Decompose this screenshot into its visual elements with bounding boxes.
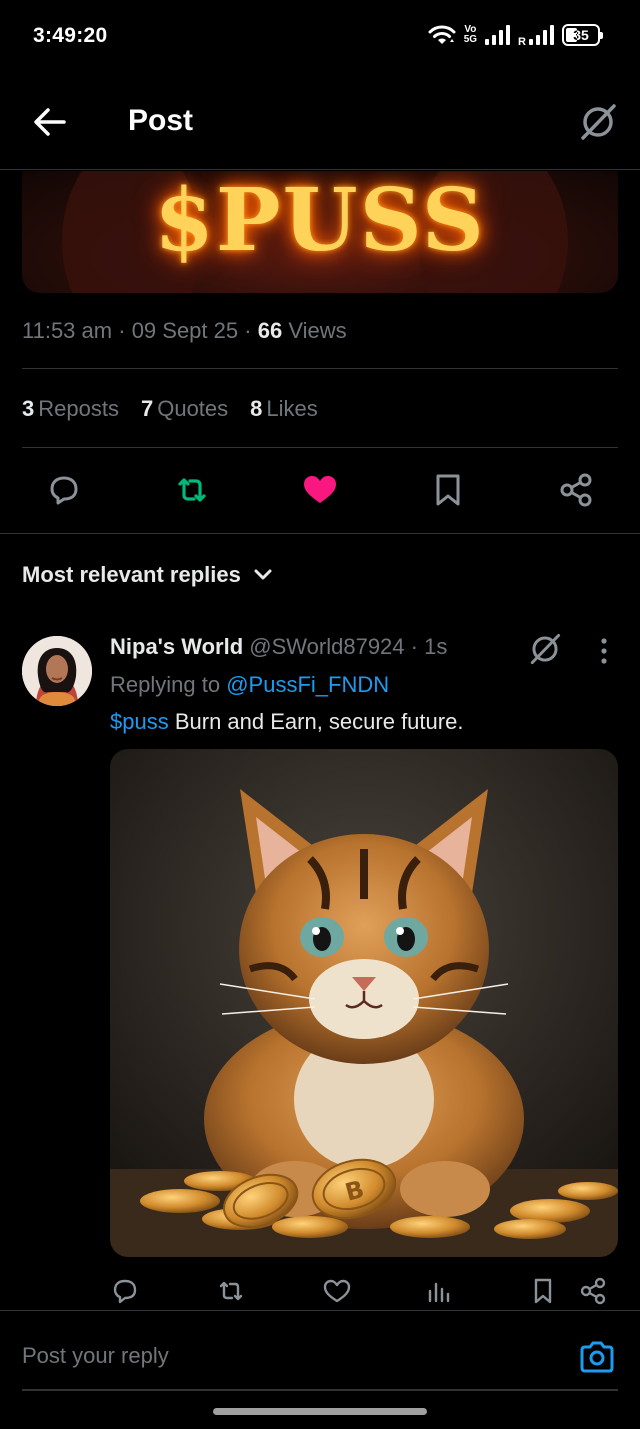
roaming-indicator: R	[518, 36, 526, 48]
reposts-stat[interactable]: 3 Reposts	[22, 396, 119, 422]
reposts-label: Reposts	[38, 396, 119, 421]
status-time: 3:49:20	[33, 24, 108, 47]
comment-icon[interactable]	[44, 470, 84, 510]
repost-icon[interactable]	[216, 1276, 246, 1306]
status-bar: 3:49:20 Vo 5G R 35	[0, 0, 640, 72]
post-stats: 3 Reposts 7 Quotes 8 Likes	[22, 396, 318, 422]
back-arrow-icon[interactable]	[30, 102, 70, 142]
views-label: Views	[288, 318, 347, 343]
replying-mention[interactable]: @PussFi_FNDN	[226, 672, 389, 697]
replying-prefix: Replying to	[110, 672, 221, 697]
kitten-illustration: B	[110, 749, 618, 1257]
chevron-down-icon	[254, 569, 272, 580]
reposts-count: 3	[22, 396, 35, 421]
banner-text: $PUSS	[154, 171, 486, 271]
grok-icon[interactable]	[528, 632, 562, 666]
post-meta: 11:53 am · 09 Sept 25 · 66 Views	[22, 318, 347, 344]
reply-actions	[0, 1276, 640, 1308]
meta-separator: ·	[410, 634, 425, 659]
reply-body: Burn and Earn, secure future.	[168, 709, 464, 734]
reply-author-name[interactable]: Nipa's World	[110, 634, 243, 659]
wifi-icon	[428, 25, 456, 44]
divider	[0, 1310, 640, 1311]
meta-separator: ·	[244, 318, 258, 343]
divider	[22, 368, 618, 369]
avatar-image	[22, 636, 92, 706]
repost-icon[interactable]	[172, 470, 212, 510]
reply-text: $puss Burn and Earn, secure future.	[110, 709, 463, 735]
likes-label: Likes	[266, 396, 318, 421]
post-time: 11:53 am	[22, 318, 113, 343]
cashtag-link[interactable]: $puss	[110, 709, 169, 734]
page-title: Post	[128, 104, 194, 137]
heart-icon[interactable]	[322, 1276, 352, 1306]
battery-percent: 35	[573, 27, 589, 43]
grok-icon[interactable]	[578, 102, 618, 142]
status-icons: Vo 5G R 35	[428, 22, 603, 48]
share-icon[interactable]	[578, 1276, 608, 1306]
bookmark-icon[interactable]	[528, 1276, 558, 1306]
post-date: 09 Sept 25	[131, 318, 239, 343]
replying-to: Replying to @PussFi_FNDN	[110, 672, 389, 698]
comment-icon[interactable]	[110, 1276, 140, 1306]
heart-icon[interactable]	[300, 470, 340, 510]
divider	[22, 1389, 618, 1391]
reply-author-handle[interactable]: @SWorld87924	[249, 634, 404, 659]
bookmark-icon[interactable]	[428, 470, 468, 510]
home-indicator[interactable]	[213, 1408, 427, 1415]
reply-header: Nipa's World @SWorld87924 · 1s	[110, 634, 447, 660]
battery-icon: 35	[562, 24, 603, 46]
views-count: 66	[257, 318, 283, 343]
signal-icon-2	[529, 25, 554, 45]
likes-stat[interactable]: 8 Likes	[250, 396, 318, 422]
divider	[22, 447, 618, 448]
replies-sort-dropdown[interactable]: Most relevant replies	[22, 562, 273, 588]
reply-compose-input[interactable]: Post your reply	[22, 1343, 169, 1369]
more-vertical-icon[interactable]	[592, 636, 616, 666]
post-banner-image[interactable]: $PUSS	[22, 171, 618, 293]
quotes-stat[interactable]: 7 Quotes	[141, 396, 228, 422]
meta-separator: ·	[118, 318, 132, 343]
signal-icon	[485, 25, 511, 45]
share-icon[interactable]	[556, 470, 596, 510]
analytics-icon[interactable]	[424, 1276, 454, 1306]
quotes-label: Quotes	[157, 396, 229, 421]
post-actions	[0, 470, 640, 512]
reply-media-image[interactable]: B	[110, 749, 618, 1257]
avatar[interactable]	[22, 636, 92, 706]
quotes-count: 7	[140, 396, 154, 421]
app-header: Post	[0, 72, 640, 170]
divider	[0, 533, 640, 534]
replies-sort-label: Most relevant replies	[22, 562, 241, 587]
camera-icon[interactable]	[578, 1338, 616, 1376]
volte-indicator: Vo 5G	[463, 24, 478, 45]
likes-count: 8	[250, 396, 263, 421]
reply-age: 1s	[424, 634, 448, 659]
